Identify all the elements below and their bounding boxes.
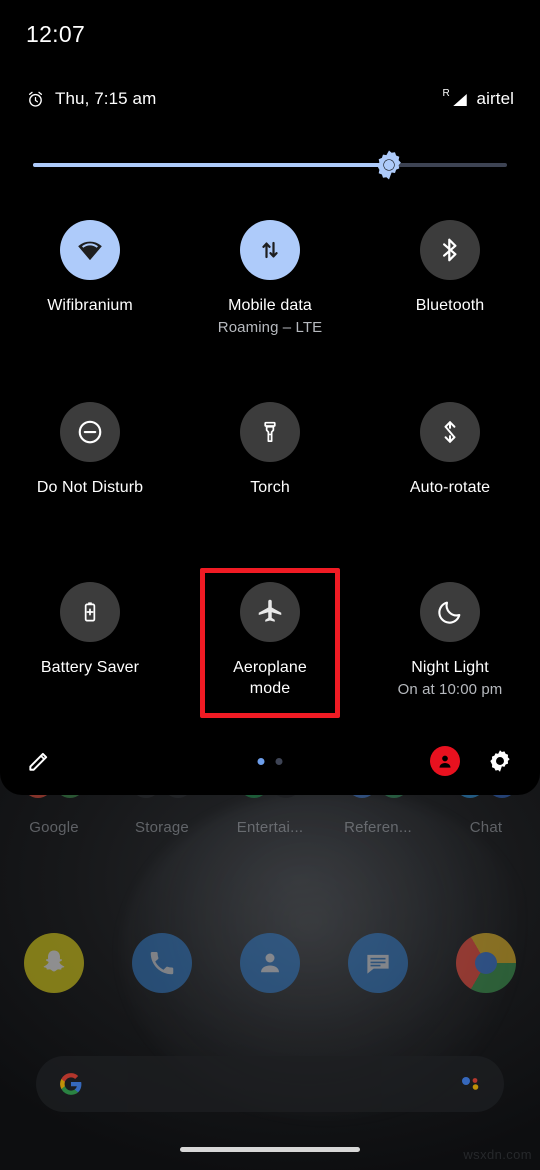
tile-icon-circle[interactable] [240,402,300,462]
tile-icon-circle[interactable] [420,220,480,280]
folder-label: Entertai... [236,819,304,836]
tile-icon-circle[interactable] [420,582,480,642]
phone-icon [150,952,174,975]
tile-row: Wifibranium Mobile data Roaming – LTE Bl… [0,216,540,398]
home-dock [0,928,540,998]
tile-row: Do Not Disturb Torch Auto-rotate [0,398,540,578]
alarm-status[interactable]: Thu, 7:15 am [26,89,156,109]
wifi-icon [78,241,102,261]
tile-sublabel: Roaming – LTE [217,319,323,336]
tile-auto-rotate[interactable]: Auto-rotate [360,398,540,578]
home-folder[interactable]: Referen... [330,768,426,836]
tile-battery-saver[interactable]: Battery Saver [0,578,180,701]
page-dot-2[interactable] [275,757,283,765]
folder-label: Referen... [344,819,412,836]
tile-label: Torch [250,479,290,496]
brightness-slider[interactable] [33,150,507,180]
home-folder-row: Google Storage Entertai... Referen... Ch… [0,768,540,871]
edit-tiles-button[interactable] [26,748,52,774]
snapchat-ghost-icon [43,950,65,972]
tile-sublabel: On at 10:00 pm [397,681,503,698]
page-indicator [257,757,283,765]
do-not-disturb-icon [78,420,102,444]
pencil-edit-icon [29,752,48,771]
dock-app-messages[interactable] [348,933,408,993]
tile-aeroplane-mode[interactable]: Aeroplane mode [180,578,360,701]
tile-label: Battery Saver [40,659,140,676]
google-assistant-icon[interactable] [458,1072,482,1096]
tile-label: Wifibranium [47,297,133,314]
tile-icon-circle[interactable] [60,582,120,642]
signal-bars-icon: R [442,88,469,109]
bluetooth-icon [443,238,457,262]
tile-icon-circle[interactable] [240,582,300,642]
dock-app-snapchat[interactable] [24,933,84,993]
quick-settings-footer [0,735,540,787]
brightness-sun-icon [376,150,401,180]
tile-do-not-disturb[interactable]: Do Not Disturb [0,398,180,578]
tile-label: Night Light [411,659,489,676]
home-folder[interactable]: Google [6,768,102,836]
mobile-data-icon [262,241,278,259]
folder-label: Google [29,819,79,836]
google-search-bar[interactable] [36,1056,504,1112]
status-bar: 12:07 [0,0,540,64]
page-dot-1[interactable] [257,757,265,765]
user-avatar-button[interactable] [430,746,460,776]
tile-mobile-data[interactable]: Mobile data Roaming – LTE [180,216,360,398]
status-bar-clock: 12:07 [26,21,86,47]
quick-settings-tiles: Wifibranium Mobile data Roaming – LTE Bl… [0,216,540,701]
dock-app-phone[interactable] [132,933,192,993]
carrier-status: R airtel [442,88,514,109]
brightness-fill [33,163,389,167]
home-folder[interactable]: Chat [438,768,534,836]
home-folder[interactable]: Storage [114,768,210,836]
tile-label: Mobile data [228,297,312,314]
tile-label: Auto-rotate [409,479,491,496]
tile-icon-circle[interactable] [420,402,480,462]
tile-bluetooth[interactable]: Bluetooth [360,216,540,398]
tile-icon-circle[interactable] [240,220,300,280]
dock-app-chrome[interactable] [456,933,516,993]
tile-icon-circle[interactable] [60,402,120,462]
footer-actions [430,746,514,776]
alarm-clock-icon [28,91,43,107]
tile-label: Aeroplane mode [233,659,307,697]
google-g-icon [60,1073,82,1095]
tile-label: Bluetooth [415,297,485,314]
chrome-center-icon [475,952,497,974]
home-gesture-pill[interactable] [180,1147,360,1152]
settings-button[interactable] [486,747,514,775]
brightness-thumb[interactable] [371,147,407,183]
user-avatar-icon [439,755,451,768]
battery-saver-icon [84,602,96,622]
alarm-time-label: Thu, 7:15 am [55,89,157,108]
home-folder[interactable]: Entertai... [222,768,318,836]
moon-icon [438,601,461,624]
messages-icon [367,954,389,974]
dock-app-contacts[interactable] [240,933,300,993]
gear-settings-icon [490,750,510,772]
quick-settings-header: Thu, 7:15 am R airtel [0,82,540,116]
folder-label: Chat [469,819,503,836]
watermark: wsxdn.com [463,1147,532,1162]
tile-row: Battery Saver Aeroplane mode Night Light… [0,578,540,701]
carrier-name: airtel [476,89,514,108]
contacts-person-icon [261,953,279,973]
tile-label: Do Not Disturb [36,479,144,496]
tile-torch[interactable]: Torch [180,398,360,578]
airplane-icon [258,599,282,622]
roaming-indicator: R [442,88,450,99]
tile-wifi[interactable]: Wifibranium [0,216,180,398]
tile-icon-circle[interactable] [60,220,120,280]
folder-label: Storage [135,819,189,836]
tile-night-light[interactable]: Night Light On at 10:00 pm [360,578,540,701]
quick-settings-panel: 12:07 Thu, 7:15 am R airtel Wifibranium … [0,0,540,795]
auto-rotate-icon [444,421,456,443]
flashlight-icon [264,421,276,442]
